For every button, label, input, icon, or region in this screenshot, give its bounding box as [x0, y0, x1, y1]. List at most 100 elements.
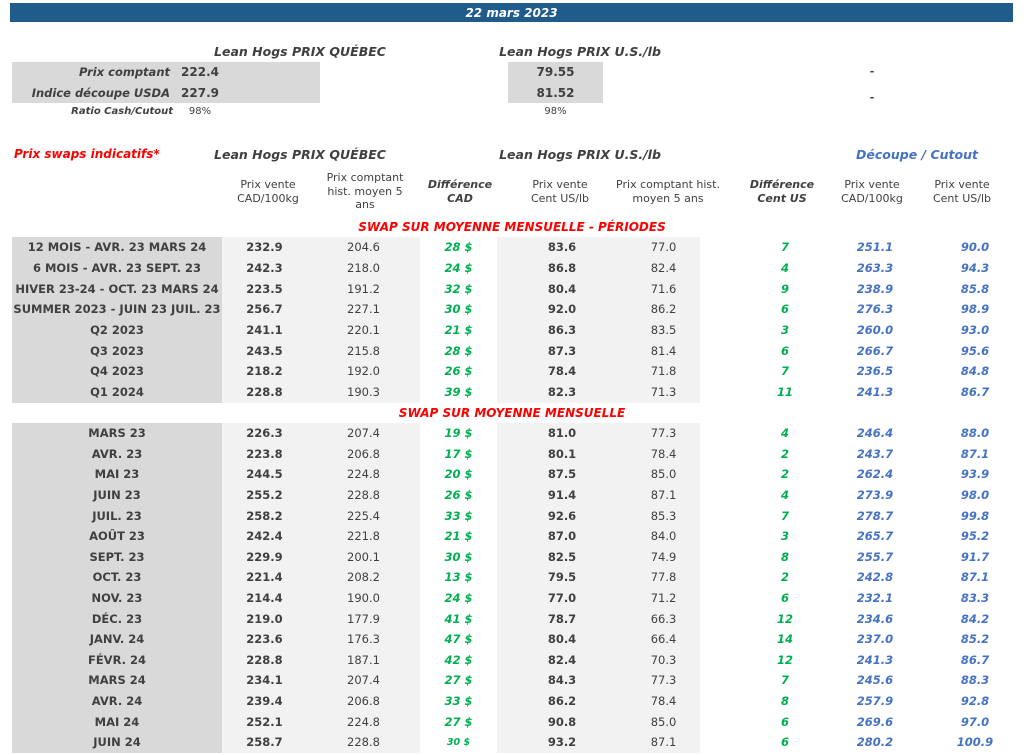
cell-cad-vente: 258.7	[222, 731, 307, 753]
cell-cutout-us: 87.1	[960, 570, 990, 585]
cell-cutout-cad: 266.7	[856, 343, 894, 358]
row-label: JUIN 24	[12, 731, 222, 753]
cell-us-hist: 85.0	[627, 711, 700, 732]
cell-cad-hist: 200.1	[307, 546, 420, 568]
cell-us-hist: 87.1	[627, 484, 700, 506]
row-label: DÉC. 23	[12, 608, 222, 629]
cell-cutout-us: 98.0	[960, 488, 990, 503]
cell-cad-vente: 214.4	[222, 587, 307, 609]
cell-diff-cad: 24 $	[444, 591, 473, 606]
cell-cad-vente: 258.2	[222, 505, 307, 526]
cell-cad-hist: 228.8	[307, 731, 420, 753]
col-header-difference-cad: Différence CAD	[427, 178, 493, 205]
cell-cutout-cad: 255.7	[856, 549, 894, 564]
spot-dash: -	[869, 91, 875, 104]
cell-us-hist: 82.4	[627, 257, 700, 279]
cell-cutout-cad: 273.9	[856, 488, 894, 503]
cell-diff-cad: 21 $	[444, 529, 473, 544]
row-label: JANV. 24	[12, 628, 222, 650]
cell-diff-us: 7	[780, 673, 789, 688]
swaps-quebec-header: Lean Hogs PRIX QUÉBEC	[214, 147, 386, 162]
cell-us-hist: 87.1	[627, 731, 700, 753]
cell-diff-us: 2	[780, 446, 789, 461]
spot-value-us: 79.55	[536, 65, 575, 79]
cell-cutout-cad: 232.1	[856, 591, 894, 606]
cell-diff-cad: 26 $	[444, 364, 473, 379]
cell-diff-cad: 27 $	[444, 673, 473, 688]
col-header-hist-cad: Prix comptant hist. moyen 5 ans	[326, 171, 404, 211]
cell-diff-us: 11	[776, 385, 793, 400]
cell-cad-vente: 223.5	[222, 278, 307, 300]
row-label: Q3 2023	[12, 340, 222, 362]
cell-cad-hist: 176.3	[307, 628, 420, 650]
cell-cad-vente: 239.4	[222, 690, 307, 712]
date-banner: 22 mars 2023	[10, 3, 1013, 22]
cell-us-hist: 71.6	[627, 278, 700, 300]
cell-us-hist: 77.0	[627, 237, 700, 258]
cell-us-vente: 91.4	[497, 484, 627, 506]
cell-us-vente: 87.0	[497, 525, 627, 547]
cell-us-vente: 79.5	[497, 567, 627, 588]
cell-diff-us: 12	[776, 611, 793, 626]
table-row: JUIN 24 258.7 228.8 30 $ 93.2 87.1 6 280.2 100.9	[0, 731, 1024, 753]
cell-cutout-us: 84.8	[960, 364, 990, 379]
cell-cad-vente: 242.4	[222, 525, 307, 547]
cell-us-vente: 82.3	[497, 381, 627, 403]
row-label: AOÛT 23	[12, 525, 222, 547]
price-sheet: 22 mars 2023 Lean Hogs PRIX QUÉBEC Lean …	[0, 0, 1024, 755]
table-row: MAI 24 252.1 224.8 27 $ 90.8 85.0 6 269.6 97.0	[0, 711, 1024, 732]
cell-cutout-us: 97.0	[960, 714, 990, 729]
cell-cutout-cad: 280.2	[856, 735, 894, 750]
cell-us-vente: 81.0	[497, 423, 627, 444]
cell-cad-vente: 252.1	[222, 711, 307, 732]
cell-cutout-cad: 269.6	[856, 714, 894, 729]
cell-cad-hist: 206.8	[307, 690, 420, 712]
table-row: JUIN 23 255.2 228.8 26 $ 91.4 87.1 4 273.9 98.0	[0, 484, 1024, 506]
cell-diff-cad: 42 $	[444, 652, 473, 667]
cell-cutout-us: 87.1	[960, 446, 990, 461]
cell-cutout-cad: 263.3	[856, 261, 894, 276]
row-label: Q2 2023	[12, 319, 222, 341]
cell-diff-cad: 20 $	[444, 467, 473, 482]
spot-quebec-header: Lean Hogs PRIX QUÉBEC	[214, 44, 386, 59]
cell-diff-us: 6	[780, 714, 789, 729]
cell-cutout-cad: 278.7	[856, 508, 894, 523]
table-row: JANV. 24 223.6 176.3 47 $ 80.4 66.4 14 237.0 85.…	[0, 628, 1024, 650]
cell-cutout-us: 99.8	[960, 508, 990, 523]
cell-cad-vente: 221.4	[222, 567, 307, 588]
cell-cad-vente: 223.6	[222, 628, 307, 650]
cell-us-vente: 80.1	[497, 443, 627, 465]
cell-diff-cad: 32 $	[444, 281, 473, 296]
cell-diff-us: 6	[780, 735, 789, 750]
cell-us-hist: 78.4	[627, 443, 700, 465]
spot-value-us: 81.52	[536, 86, 575, 100]
cell-cutout-us: 84.2	[960, 611, 990, 626]
cell-us-vente: 82.4	[497, 649, 627, 671]
cell-us-hist: 83.5	[627, 319, 700, 341]
cell-diff-cad: 28 $	[444, 343, 473, 358]
row-label: Q4 2023	[12, 361, 222, 382]
row-label: 6 MOIS - AVR. 23 SEPT. 23	[12, 257, 222, 279]
cell-diff-cad: 21 $	[444, 323, 473, 338]
cell-cutout-cad: 238.9	[856, 281, 894, 296]
cell-us-hist: 66.3	[627, 608, 700, 629]
cell-diff-cad: 17 $	[444, 446, 473, 461]
cell-cutout-cad: 251.1	[856, 240, 894, 255]
cell-cad-vente: 255.2	[222, 484, 307, 506]
cell-diff-cad: 33 $	[444, 508, 473, 523]
cell-cad-vente: 243.5	[222, 340, 307, 362]
cell-us-hist: 86.2	[627, 299, 700, 320]
cell-diff-us: 14	[776, 632, 793, 647]
row-label: MARS 23	[12, 423, 222, 444]
ratio-value-quebec: 98%	[188, 106, 212, 117]
cell-us-hist: 77.3	[627, 670, 700, 691]
row-label: NOV. 23	[12, 587, 222, 609]
cell-us-hist: 71.8	[627, 361, 700, 382]
cell-cad-hist: 227.1	[307, 299, 420, 320]
row-label: JUIN 23	[12, 484, 222, 506]
row-label: AVR. 23	[12, 443, 222, 465]
cell-cad-hist: 220.1	[307, 319, 420, 341]
table-row: JUIL. 23 258.2 225.4 33 $ 92.6 85.3 7 278.7 99.8	[0, 505, 1024, 526]
cell-diff-us: 3	[780, 323, 789, 338]
cell-cutout-us: 85.2	[960, 632, 990, 647]
